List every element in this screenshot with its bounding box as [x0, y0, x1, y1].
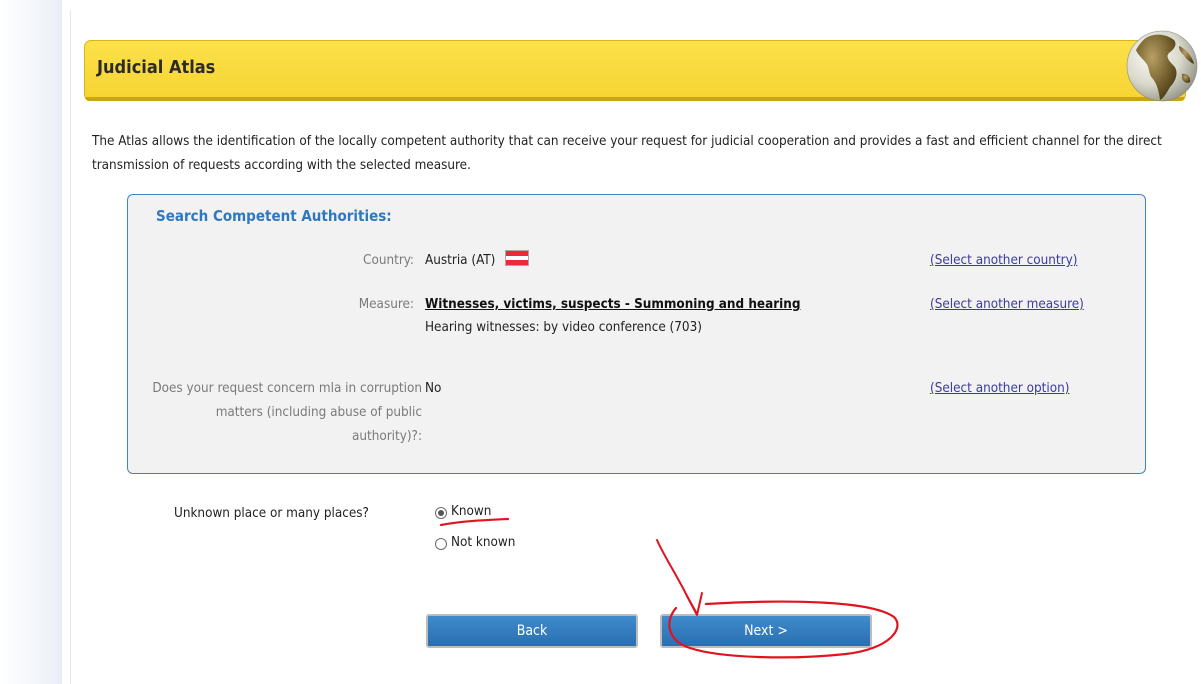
- measure-name[interactable]: Witnesses, victims, suspects - Summoning…: [425, 293, 800, 317]
- flag-stripe-bottom: [506, 260, 529, 265]
- arrow-mark: [656, 539, 698, 615]
- not-known-radio-label[interactable]: Not known: [451, 535, 515, 550]
- select-another-measure-link[interactable]: (Select another measure): [930, 297, 1084, 312]
- page-title: Judicial Atlas: [97, 57, 216, 78]
- select-another-option-link[interactable]: (Select another option): [930, 381, 1069, 396]
- intro-text: The Atlas allows the identification of t…: [92, 134, 1162, 173]
- left-rail: [0, 0, 62, 684]
- place-question-label: Unknown place or many places?: [174, 506, 369, 521]
- austria-flag-icon: [505, 250, 530, 266]
- known-radio-label[interactable]: Known: [451, 504, 491, 519]
- left-rail-divider: [70, 10, 71, 684]
- globe-icon: [1126, 30, 1198, 102]
- known-radio[interactable]: [435, 507, 447, 519]
- known-underline-mark: [439, 517, 510, 527]
- search-panel: Search Competent Authorities: Country: A…: [127, 194, 1146, 474]
- panel-title: Search Competent Authorities:: [156, 207, 392, 225]
- measure-label: Measure:: [358, 297, 414, 312]
- country-value: Austria (AT): [425, 253, 496, 268]
- arrow-head-mark: [686, 592, 703, 616]
- corruption-question-label: Does your request concern mla in corrupt…: [152, 381, 422, 444]
- next-button[interactable]: Next >: [660, 614, 872, 648]
- header-bar: Judicial Atlas: [84, 40, 1186, 101]
- measure-detail: Hearing witnesses: by video conference (…: [425, 320, 702, 335]
- country-value-row: Austria (AT): [425, 249, 530, 273]
- country-label: Country:: [363, 253, 414, 268]
- select-another-country-link[interactable]: (Select another country): [930, 253, 1077, 268]
- corruption-answer-value: No: [425, 381, 442, 396]
- not-known-radio[interactable]: [435, 538, 447, 550]
- back-button[interactable]: Back: [426, 614, 638, 648]
